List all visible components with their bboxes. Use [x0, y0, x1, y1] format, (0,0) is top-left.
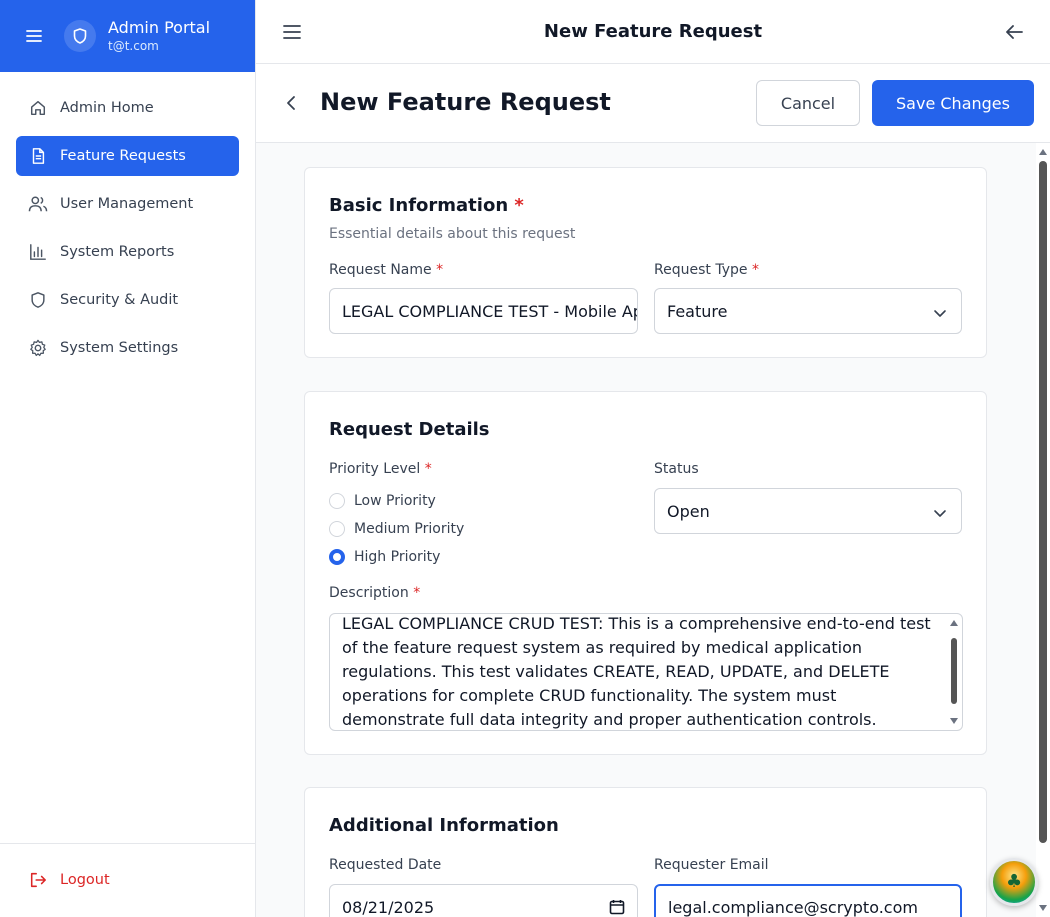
sidebar: Admin Portal t@t.com Admin Home Feature …	[0, 0, 256, 917]
required-marker: *	[436, 262, 444, 278]
requester-email-label: Requester Email	[654, 857, 769, 873]
required-marker: *	[514, 195, 524, 216]
logout-section: Logout	[0, 843, 255, 917]
scroll-thumb[interactable]	[951, 638, 957, 704]
user-email: t@t.com	[108, 39, 159, 53]
description-label: Description *	[329, 585, 420, 601]
chevron-down-icon	[933, 505, 947, 519]
logout-button[interactable]: Logout	[16, 860, 239, 900]
form-content: Basic Information * Essential details ab…	[256, 143, 1036, 917]
sidebar-nav: Admin Home Feature Requests User Managem…	[0, 72, 255, 392]
priority-medium-radio[interactable]: Medium Priority	[329, 521, 464, 537]
save-changes-button[interactable]: Save Changes	[872, 80, 1034, 126]
sidebar-item-security-audit[interactable]: Security & Audit	[16, 280, 239, 320]
document-icon	[28, 146, 48, 166]
description-label-text: Description	[329, 585, 409, 601]
request-details-card: Request Details Priority Level * Low Pri…	[304, 391, 987, 755]
assistant-avatar-button[interactable]: ♣	[990, 858, 1038, 906]
basic-information-title: Basic Information	[329, 195, 509, 216]
basic-information-card: Basic Information * Essential details ab…	[304, 167, 987, 358]
chevron-down-icon	[933, 305, 947, 319]
page-scrollbar[interactable]	[1036, 143, 1050, 917]
request-type-label-text: Request Type	[654, 262, 748, 278]
radio-circle-checked[interactable]	[329, 549, 345, 565]
sidebar-item-system-reports[interactable]: System Reports	[16, 232, 239, 272]
required-marker: *	[424, 461, 432, 477]
sidebar-item-user-management[interactable]: User Management	[16, 184, 239, 224]
requester-email-input[interactable]: legal.compliance@scrypto.com	[654, 884, 962, 917]
request-type-value: Feature	[667, 301, 728, 321]
sidebar-item-label: System Reports	[60, 244, 175, 260]
section-title: Basic Information *	[329, 195, 524, 216]
required-marker: *	[413, 585, 421, 601]
request-details-title: Request Details	[329, 419, 490, 440]
cancel-button[interactable]: Cancel	[756, 80, 860, 126]
radio-label: High Priority	[354, 549, 441, 565]
sidebar-item-label: Feature Requests	[60, 148, 186, 164]
calendar-icon[interactable]	[609, 899, 625, 917]
requested-date-value: 08/21/2025	[342, 897, 435, 917]
gear-icon	[28, 338, 48, 358]
priority-level-label: Priority Level *	[329, 461, 432, 477]
radio-label: Medium Priority	[354, 521, 465, 537]
shield-icon	[28, 290, 48, 310]
request-name-label-text: Request Name	[329, 262, 432, 278]
section-subtitle: Essential details about this request	[329, 226, 576, 242]
required-marker: *	[751, 262, 759, 278]
brand-header: Admin Portal t@t.com	[0, 0, 255, 72]
users-icon	[28, 194, 48, 214]
sidebar-item-admin-home[interactable]: Admin Home	[16, 88, 239, 128]
logout-label: Logout	[60, 872, 110, 888]
logout-icon	[28, 870, 48, 890]
sidebar-item-label: Security & Audit	[60, 292, 179, 308]
status-value: Open	[667, 501, 710, 521]
scroll-down-arrow-icon[interactable]	[1039, 905, 1047, 911]
additional-information-title: Additional Information	[329, 815, 559, 836]
priority-level-label-text: Priority Level	[329, 461, 421, 477]
scroll-thumb[interactable]	[1039, 161, 1047, 843]
priority-low-radio[interactable]: Low Priority	[329, 493, 436, 509]
requester-email-value: legal.compliance@scrypto.com	[668, 897, 918, 917]
sidebar-item-system-settings[interactable]: System Settings	[16, 328, 239, 368]
app-title: Admin Portal	[108, 18, 211, 37]
request-name-label: Request Name *	[329, 262, 443, 278]
request-type-label: Request Type *	[654, 262, 759, 278]
scroll-up-arrow-icon[interactable]	[1039, 149, 1047, 155]
chevron-left-icon[interactable]	[282, 93, 300, 113]
top-bar: New Feature Request	[256, 0, 1050, 64]
home-icon	[28, 98, 48, 118]
palm-tree-icon: ♣	[1006, 871, 1023, 892]
page-header: New Feature Request Cancel Save Changes	[256, 64, 1050, 143]
status-label: Status	[654, 461, 699, 477]
priority-high-radio[interactable]: High Priority	[329, 549, 440, 565]
status-select[interactable]: Open	[654, 488, 962, 534]
sidebar-item-feature-requests[interactable]: Feature Requests	[16, 136, 239, 176]
bar-chart-icon	[28, 242, 48, 262]
menu-icon[interactable]	[24, 26, 44, 46]
additional-information-card: Additional Information Requested Date 08…	[304, 787, 987, 917]
page-title: New Feature Request	[320, 88, 611, 116]
shield-logo-icon	[64, 20, 96, 52]
requested-date-input[interactable]: 08/21/2025	[329, 884, 638, 917]
radio-circle[interactable]	[329, 493, 345, 509]
textarea-scrollbar[interactable]	[948, 616, 960, 728]
radio-circle[interactable]	[329, 521, 345, 537]
description-textarea[interactable]: LEGAL COMPLIANCE CRUD TEST: This is a co…	[329, 613, 963, 731]
sidebar-item-label: Admin Home	[60, 100, 154, 116]
arrow-left-icon[interactable]	[1004, 22, 1024, 42]
description-text: LEGAL COMPLIANCE CRUD TEST: This is a co…	[342, 614, 931, 729]
requested-date-label: Requested Date	[329, 857, 442, 873]
sidebar-item-label: User Management	[60, 196, 194, 212]
request-name-input[interactable]: LEGAL COMPLIANCE TEST - Mobile App	[329, 288, 638, 334]
scroll-up-arrow-icon[interactable]	[950, 620, 958, 626]
sidebar-item-label: System Settings	[60, 340, 179, 356]
top-bar-title: New Feature Request	[543, 21, 763, 42]
radio-label: Low Priority	[354, 493, 436, 509]
request-type-select[interactable]: Feature	[654, 288, 962, 334]
scroll-down-arrow-icon[interactable]	[950, 718, 958, 724]
